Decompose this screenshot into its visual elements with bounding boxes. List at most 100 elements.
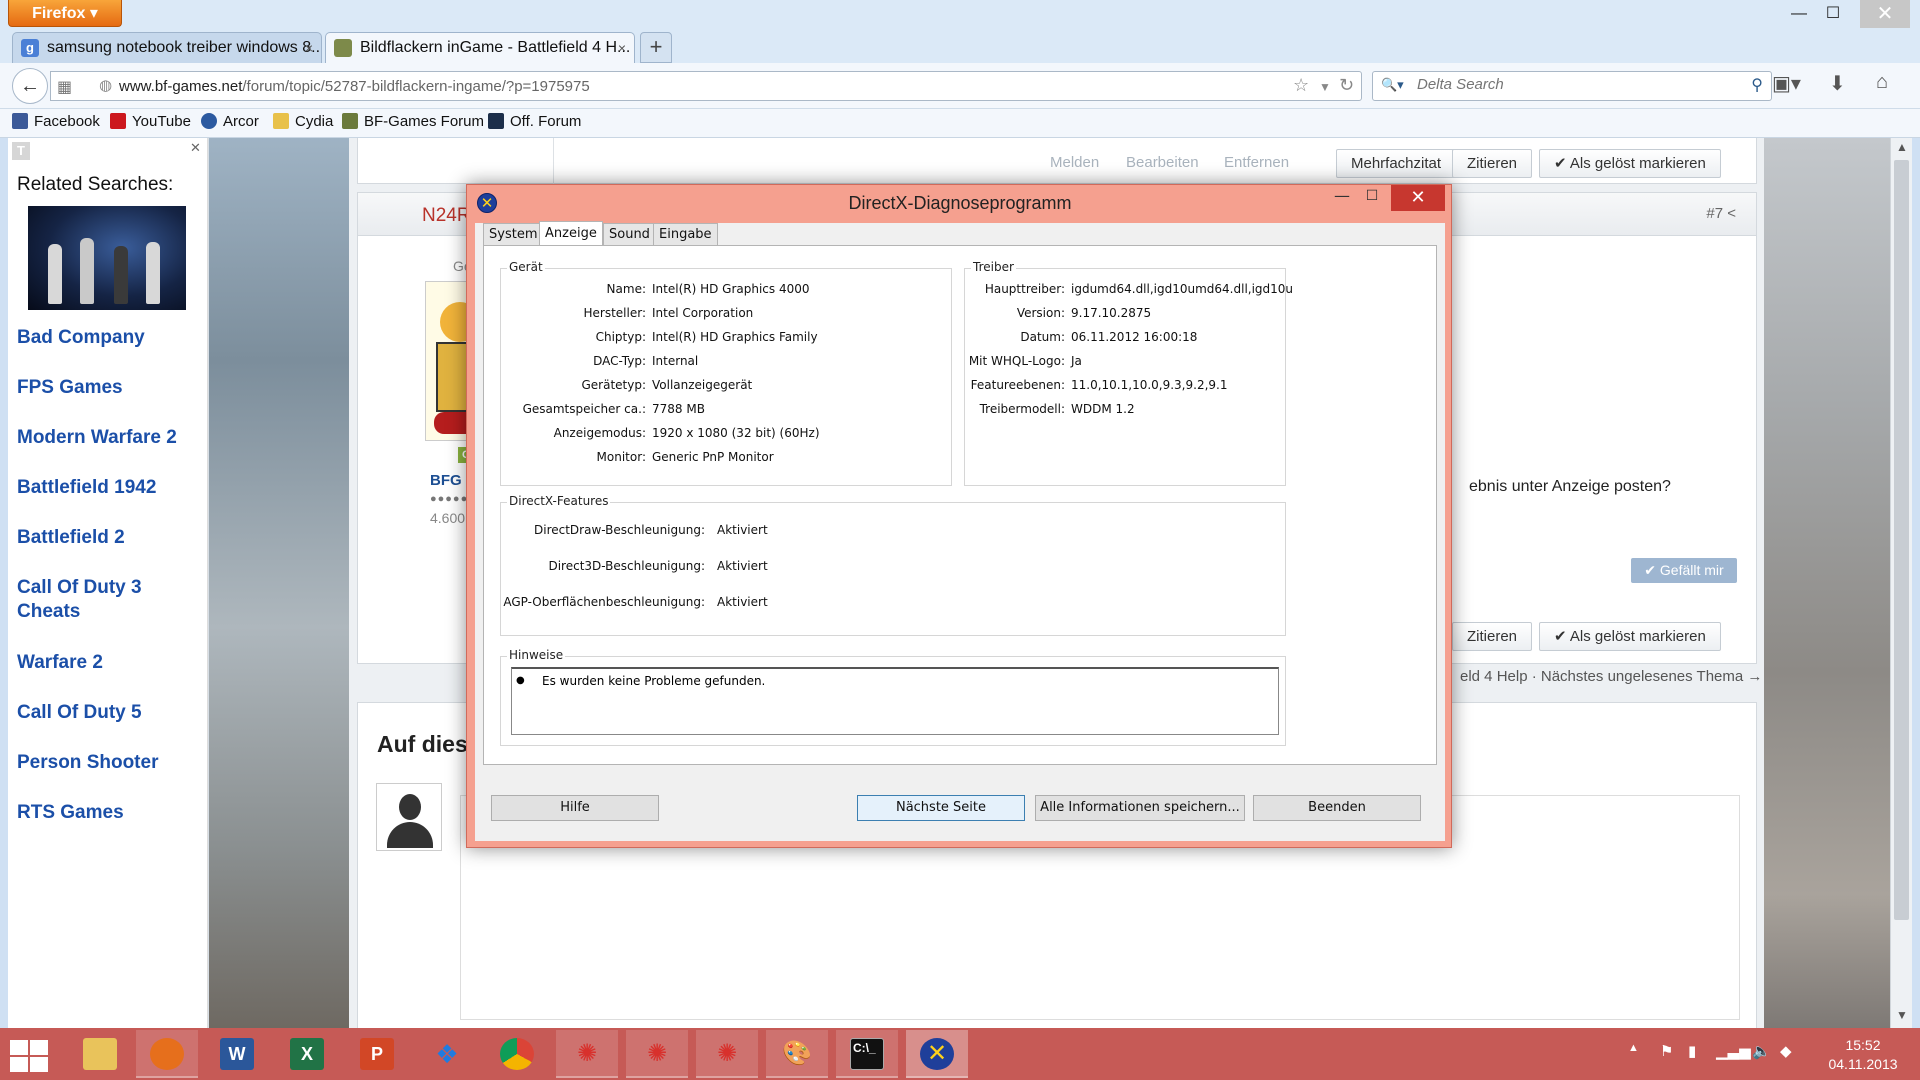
taskbar-paint[interactable]: 🎨 [766, 1030, 828, 1078]
info-value: Generic PnP Monitor [652, 450, 774, 464]
related-link-warfare-2[interactable]: Warfare 2 [17, 651, 202, 675]
tab-sound[interactable]: Sound [603, 223, 656, 245]
search-bar[interactable]: 🔍▾ ⚲ [1372, 71, 1772, 101]
page-scrollbar[interactable]: ▲ ▼ [1890, 138, 1912, 1028]
downloads-icon[interactable]: ⬇ [1829, 71, 1846, 96]
share-icon[interactable]: < [1727, 205, 1736, 222]
clock-date: 04.11.2013 [1828, 1056, 1898, 1072]
system-clock[interactable]: 15:52 04.11.2013 [1818, 1036, 1908, 1074]
poster-name-header[interactable]: N24R [422, 205, 471, 227]
like-button[interactable]: ✔ Gefällt mir [1631, 558, 1737, 583]
bookmark-facebook[interactable]: Facebook [12, 113, 100, 130]
related-link-modern-warfare-2[interactable]: Modern Warfare 2 [17, 426, 202, 450]
checkmark-icon: ✔ [1644, 562, 1660, 578]
taskbar-cmd[interactable]: C:\_ [836, 1030, 898, 1078]
home-icon[interactable]: ⌂ [1876, 71, 1888, 94]
post-number[interactable]: #7 < [1706, 205, 1736, 222]
taskbar-powerpoint[interactable]: P [346, 1030, 408, 1078]
search-engine-icon[interactable]: 🔍▾ [1381, 77, 1404, 93]
network-signal-icon[interactable]: ▁▃▅ [1716, 1042, 1751, 1060]
bookmark-off-forum[interactable]: Off. Forum [488, 113, 581, 130]
start-button[interactable] [8, 1038, 48, 1072]
site-identity-icon[interactable]: ▦ [57, 77, 75, 96]
search-input[interactable] [1417, 76, 1717, 93]
taskbar-chrome[interactable] [486, 1030, 548, 1078]
tab-anzeige[interactable]: Anzeige [539, 221, 603, 246]
close-window-button[interactable]: ✕ [1860, 0, 1910, 28]
taskbar-app-molecule-3[interactable]: ✺ [696, 1030, 758, 1078]
taskbar-dxdiag[interactable]: ✕ [906, 1030, 968, 1078]
checkmark-icon: ✔ [1554, 628, 1570, 645]
related-link-fps-games[interactable]: FPS Games [17, 376, 202, 400]
battlelog-icon [488, 113, 504, 129]
action-center-flag-icon[interactable]: ⚑ [1660, 1042, 1673, 1060]
bookmark-youtube[interactable]: YouTube [110, 113, 191, 130]
mark-solved-button-bottom[interactable]: ✔ Als gelöst markieren [1539, 622, 1721, 651]
tab-close-icon[interactable]: × [618, 33, 626, 63]
quote-button-bottom[interactable]: Zitieren [1452, 622, 1533, 651]
taskbar-dropbox[interactable]: ❖ [416, 1030, 478, 1078]
taskbar-excel[interactable]: X [276, 1030, 338, 1078]
exit-button[interactable]: Beenden [1253, 795, 1421, 821]
related-link-battlefield-1942[interactable]: Battlefield 1942 [17, 476, 202, 500]
scroll-thumb[interactable] [1894, 160, 1909, 920]
browser-tab-samsung[interactable]: g samsung notebook treiber windows 8... … [12, 32, 322, 63]
next-page-button[interactable]: Nächste Seite [857, 795, 1025, 821]
tab-close-icon[interactable]: × [305, 33, 313, 63]
related-band-image[interactable] [28, 206, 186, 310]
history-dropdown-icon[interactable]: ▼ [1319, 80, 1331, 94]
related-link-cod5[interactable]: Call Of Duty 5 [17, 701, 202, 725]
taskbar-word[interactable]: W [206, 1030, 268, 1078]
multiquote-button[interactable]: Mehrfachzitat [1336, 149, 1457, 178]
sidebar-close-icon[interactable]: ✕ [190, 140, 201, 156]
dxdiag-minimize-button[interactable]: — [1327, 185, 1357, 211]
driver-group-title: Treiber [971, 260, 1016, 274]
quote-button[interactable]: Zitieren [1452, 149, 1533, 178]
search-go-icon[interactable]: ⚲ [1751, 75, 1763, 95]
taskbar-firefox[interactable] [136, 1030, 198, 1078]
related-link-rts-games[interactable]: RTS Games [17, 801, 202, 825]
security-icon[interactable]: ◆ [1780, 1042, 1792, 1060]
bookmarks-menu-icon[interactable]: ▣▾ [1772, 71, 1801, 96]
taskbar-explorer[interactable] [69, 1030, 131, 1078]
tray-overflow-icon[interactable]: ▲ [1628, 1042, 1639, 1054]
info-key: Direct3D-Beschleunigung: [548, 559, 705, 573]
firefox-menu-button[interactable]: Firefox ▾ [8, 0, 122, 27]
report-link[interactable]: Melden [1050, 154, 1099, 171]
related-link-cod3-cheats[interactable]: Call Of Duty 3 Cheats [17, 576, 202, 624]
mark-solved-button[interactable]: ✔ Als gelöst markieren [1539, 149, 1721, 178]
edit-link[interactable]: Bearbeiten [1126, 154, 1199, 171]
volume-icon[interactable]: 🔈 [1752, 1042, 1771, 1060]
battery-icon[interactable]: ▮ [1688, 1042, 1696, 1060]
bookmark-star-icon[interactable]: ☆ [1293, 75, 1309, 96]
save-all-info-button[interactable]: Alle Informationen speichern... [1035, 795, 1245, 821]
windows-logo-icon [10, 1040, 28, 1055]
related-link-person-shooter[interactable]: Person Shooter [17, 751, 202, 775]
notes-group-title: Hinweise [507, 648, 566, 662]
url-bar[interactable]: ▦ ◍ www.bf-games.net/forum/topic/52787-b… [50, 71, 1362, 101]
maximize-button[interactable]: ☐ [1810, 0, 1856, 28]
delete-link[interactable]: Entfernen [1224, 154, 1289, 171]
tab-eingabe[interactable]: Eingabe [653, 223, 718, 245]
new-tab-button[interactable]: + [640, 32, 672, 63]
scroll-down-icon[interactable]: ▼ [1891, 1008, 1913, 1022]
reload-icon[interactable]: ↻ [1339, 75, 1354, 96]
bookmark-bf-games-forum[interactable]: BF-Games Forum [342, 113, 484, 130]
scroll-up-icon[interactable]: ▲ [1891, 140, 1913, 154]
bookmark-cydia[interactable]: Cydia [273, 113, 333, 130]
related-link-battlefield-2[interactable]: Battlefield 2 [17, 526, 202, 550]
tab-system[interactable]: System [483, 223, 544, 245]
notes-textbox[interactable]: ● Es wurden keine Probleme gefunden. [511, 667, 1279, 735]
dxdiag-maximize-button[interactable]: ☐ [1357, 185, 1387, 211]
browser-tab-bildflackern[interactable]: Bildflackern inGame - Battlefield 4 H...… [325, 32, 635, 63]
taskbar-app-molecule-2[interactable]: ✺ [626, 1030, 688, 1078]
taskbar-app-molecule-1[interactable]: ✺ [556, 1030, 618, 1078]
topic-navigation-links[interactable]: eld 4 Help · Nächstes ungelesenes Thema … [1460, 668, 1762, 685]
dxdiag-close-button[interactable]: ✕ [1391, 185, 1445, 211]
back-button[interactable]: ← [12, 68, 48, 104]
bookmark-arcor[interactable]: Arcor [201, 113, 259, 130]
url-text[interactable]: www.bf-games.net/forum/topic/52787-bildf… [119, 78, 590, 95]
help-button[interactable]: Hilfe [491, 795, 659, 821]
related-link-bad-company[interactable]: Bad Company [17, 326, 202, 350]
dxdiag-title: DirectX-Diagnoseprogramm [848, 193, 1072, 213]
